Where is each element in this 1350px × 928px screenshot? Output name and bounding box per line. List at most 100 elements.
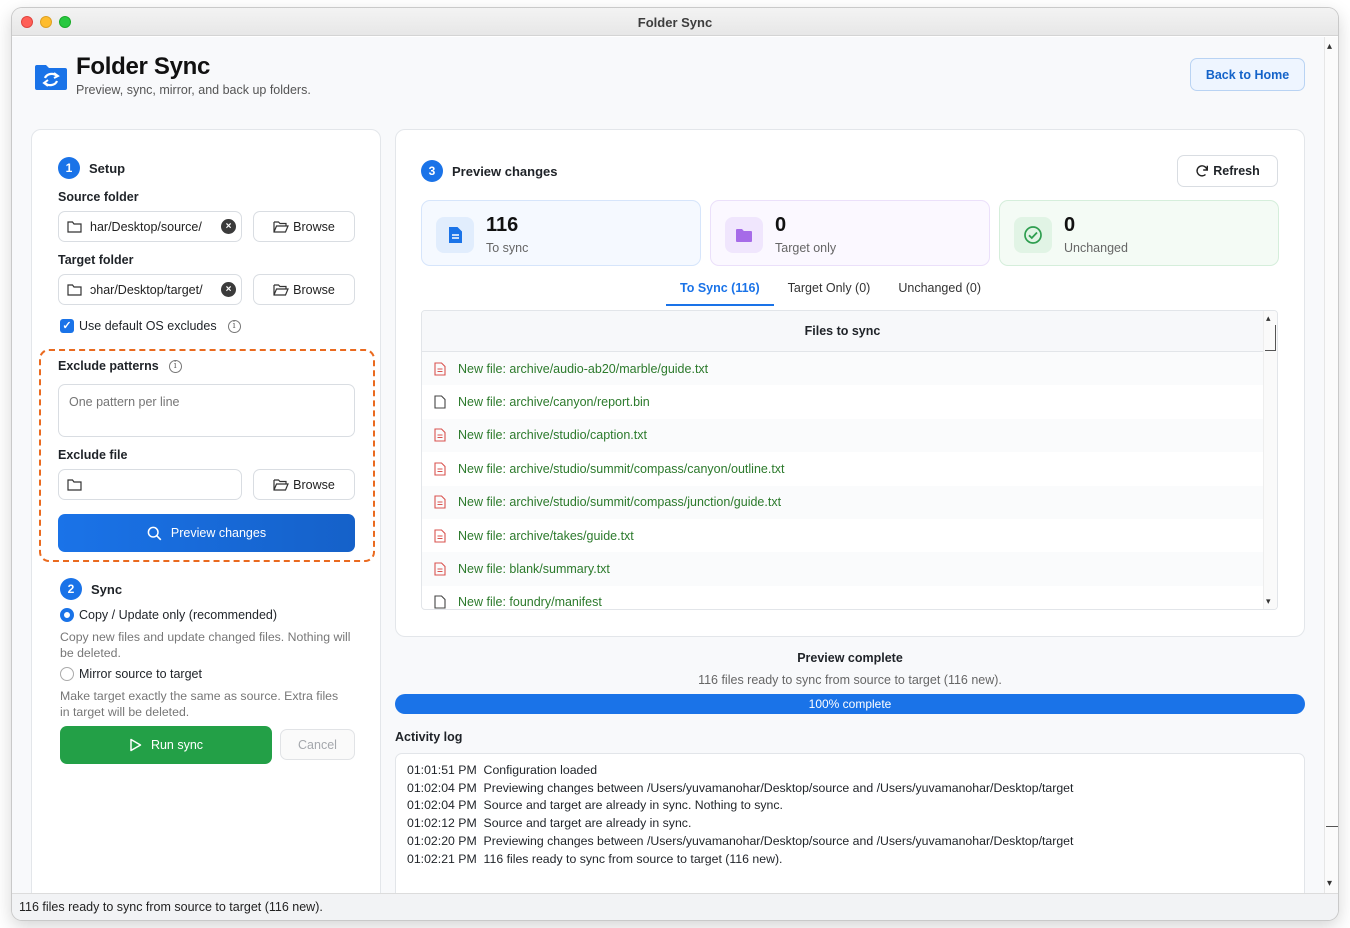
stat-target-only: 0 Target only [710,200,990,266]
info-icon[interactable]: i [227,319,241,333]
mirror-description: Make target exactly the same as source. … [60,689,339,719]
exclude-file-input[interactable] [58,469,242,500]
folder-icon [725,217,763,253]
play-icon [130,738,142,752]
open-folder-icon [273,283,290,296]
files-list-header: Files to sync [422,311,1263,352]
folder-icon [67,283,82,296]
tab-to-sync[interactable]: To Sync (116) [666,276,774,306]
scroll-up-arrow-icon[interactable]: ▴ [1327,41,1332,52]
source-folder-input[interactable]: har/Desktop/source/ [58,211,242,242]
preview-heading: 3 Preview changes [421,160,558,182]
preview-card: 3 Preview changes Refresh 116 To sync 0 … [395,129,1305,637]
log-entries: 01:01:51 PM Configuration loaded 01:02:04… [407,762,1293,868]
text-file-icon [434,562,446,576]
preview-button-label: Preview changes [170,526,267,540]
text-file-icon [434,362,446,376]
files-list-scrollbar[interactable]: ▴ ▾ [1263,311,1277,609]
file-row-label: New file: blank/summary.txt [458,562,610,577]
mirror-option[interactable]: Mirror source to target [60,667,202,681]
preview-tabs: To Sync (116) Target Only (0) Unchanged … [666,276,995,306]
text-file-icon [434,529,446,543]
file-row[interactable]: New file: archive/studio/summit/compass/… [422,485,1277,519]
refresh-button[interactable]: Refresh [1177,155,1278,187]
run-sync-label: Run sync [150,738,204,752]
search-icon [147,526,162,540]
folder-icon [67,478,82,491]
exclude-file-label: Exclude file [58,448,128,462]
source-folder-value: har/Desktop/source/ [90,219,202,234]
log-entry: 01:02:20 PM Previewing changes between /… [407,833,1074,848]
target-folder-input[interactable]: ɔhar/Desktop/target/ [58,274,242,305]
browse-label: Browse [293,477,335,492]
log-entry: 01:01:51 PM Configuration loaded [407,763,598,777]
step-number-badge: 2 [60,578,82,600]
folder-sync-logo-icon [35,65,67,90]
text-file-icon [434,495,446,509]
copy-update-option[interactable]: Copy / Update only (recommended) [60,608,277,622]
open-folder-icon [273,220,290,233]
browse-label: Browse [293,282,335,297]
scroll-down-arrow-icon[interactable]: ▾ [1327,878,1332,889]
browse-target-button[interactable]: Browse [253,274,355,305]
step-number-badge: 3 [421,160,443,182]
file-row-label: New file: archive/canyon/report.bin [458,395,650,410]
progress-label: 100% complete [808,697,892,711]
log-entry: 01:02:21 PM 116 files ready to sync from… [407,851,783,866]
text-file-icon [434,462,446,476]
setup-title: Setup [89,160,126,176]
file-row[interactable]: New file: blank/summary.txt [422,552,1277,586]
scroll-down-arrow-icon[interactable]: ▾ [1266,596,1271,607]
log-entry: 01:02:04 PM Previewing changes between /… [407,780,1074,795]
stat-to-sync: 116 To sync [421,200,701,266]
tab-unchanged[interactable]: Unchanged (0) [884,276,995,306]
file-row-label: New file: archive/studio/summit/compass/… [458,461,785,476]
step-number-badge: 1 [58,157,80,179]
copy-update-radio[interactable] [60,608,74,622]
activity-log[interactable]: 01:01:51 PM Configuration loaded 01:02:04… [395,753,1305,903]
status-bar: 116 files ready to sync from source to t… [12,893,1338,920]
tab-target-only[interactable]: Target Only (0) [774,276,885,306]
window-scrollbar[interactable]: ▴ ▾ [1324,37,1338,893]
cancel-button[interactable]: Cancel [280,729,355,760]
target-folder-label: Target folder [58,253,134,267]
scrollbar-thumb[interactable] [1265,325,1276,351]
folder-icon [67,220,82,233]
main-content: Folder Sync Preview, sync, mirror, and b… [12,37,1324,919]
file-row[interactable]: New file: archive/audio-ab20/marble/guid… [422,352,1277,386]
unchanged-count: 0 [1064,214,1076,236]
blank-file-icon [434,395,446,409]
to-sync-count: 116 [486,214,519,236]
blank-file-icon [434,595,446,609]
clear-target-icon[interactable]: × [221,282,236,297]
scrollbar-thumb[interactable] [1326,57,1338,827]
open-folder-icon [273,478,290,491]
check-circle-icon [1014,217,1052,253]
window-title: Folder Sync [637,15,713,30]
file-row[interactable]: New file: archive/canyon/report.bin [422,385,1277,418]
text-file-icon [434,428,446,443]
browse-exclude-file-button[interactable]: Browse [253,469,355,500]
scroll-up-arrow-icon[interactable]: ▴ [1266,313,1271,324]
file-row[interactable]: New file: archive/studio/caption.txt [422,418,1277,453]
file-row-label: New file: archive/audio-ab20/marble/guid… [458,361,709,376]
clear-source-icon[interactable]: × [221,219,236,234]
stat-unchanged: 0 Unchanged [999,200,1279,266]
mirror-radio[interactable] [60,667,74,681]
progress-bar: 100% complete [395,694,1305,714]
info-icon[interactable]: i [168,359,182,373]
browse-source-button[interactable]: Browse [253,211,355,242]
files-to-sync-list: Files to sync New file: archive/audio-ab… [421,310,1278,610]
exclude-patterns-heading: Exclude patterns i [58,359,182,373]
exclude-patterns-textarea[interactable] [58,384,355,437]
back-to-home-button[interactable]: Back to Home [1190,58,1305,91]
file-row-label: New file: archive/studio/summit/compass/… [458,495,782,510]
file-row[interactable]: New file: archive/takes/guide.txt [422,519,1277,552]
status-title: Preview complete [797,651,903,665]
file-row[interactable]: New file: foundry/manifest [422,586,1277,609]
preview-changes-button[interactable]: Preview changes [58,514,355,552]
file-rows: New file: archive/audio-ab20/marble/guid… [422,352,1277,609]
default-excludes-checkbox[interactable]: ✓ [60,319,74,333]
run-sync-button[interactable]: Run sync [60,726,272,764]
file-row[interactable]: New file: archive/studio/summit/compass/… [422,452,1277,485]
